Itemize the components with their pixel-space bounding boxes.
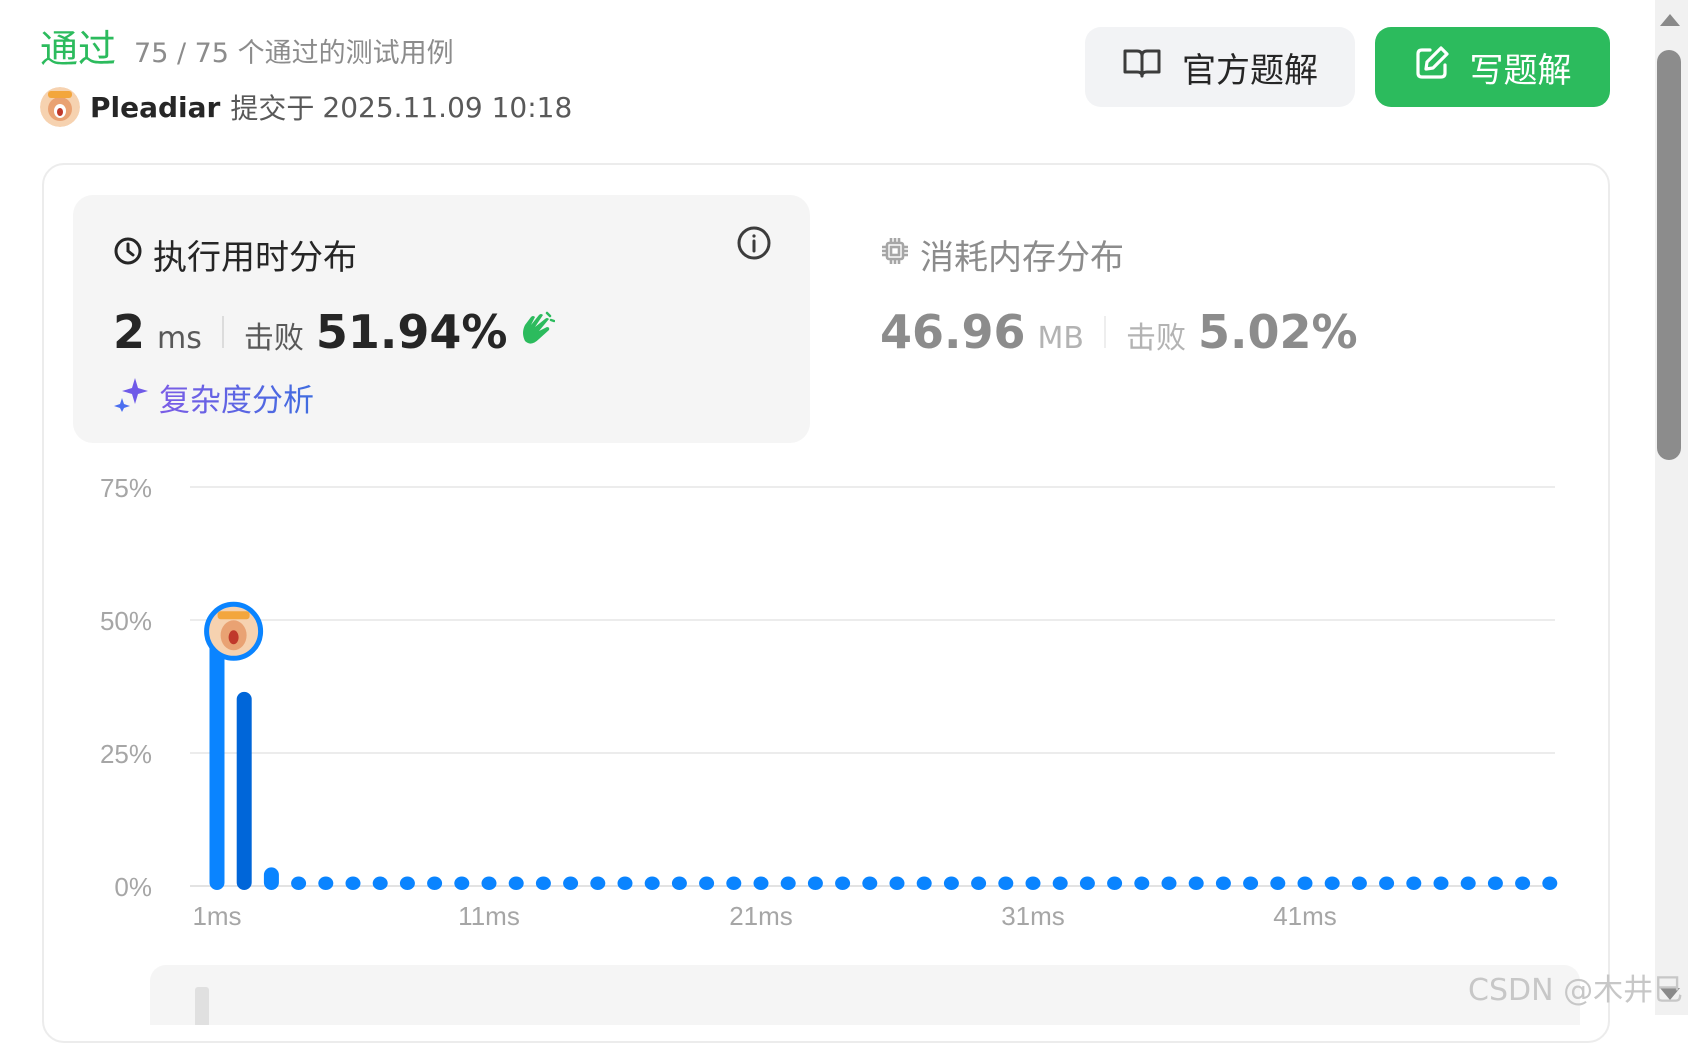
distribution-bar[interactable] <box>1487 876 1503 891</box>
write-solution-label: 写题解 <box>1469 50 1572 91</box>
distribution-bar[interactable] <box>1161 876 1177 891</box>
distribution-bar[interactable] <box>236 691 252 890</box>
sparkle-icon <box>113 376 149 420</box>
chip-icon <box>880 235 910 275</box>
distribution-bar[interactable] <box>345 876 361 891</box>
submission-avatar-marker[interactable] <box>204 601 264 661</box>
runtime-beats-value: 51.94% <box>315 305 508 359</box>
scrollbar-thumb[interactable] <box>1657 50 1681 460</box>
distribution-bar[interactable] <box>563 876 579 891</box>
distribution-bar[interactable] <box>1324 876 1340 891</box>
distribution-bar[interactable] <box>1515 876 1531 891</box>
book-icon <box>1122 47 1162 88</box>
distribution-bar[interactable] <box>1379 876 1395 891</box>
distribution-bar[interactable] <box>291 876 307 891</box>
distribution-bar[interactable] <box>671 876 687 891</box>
distribution-bar[interactable] <box>943 876 959 891</box>
distribution-bar[interactable] <box>372 876 388 891</box>
distribution-bar[interactable] <box>699 876 715 891</box>
metric-divider <box>221 316 224 348</box>
distribution-bar[interactable] <box>1297 876 1313 891</box>
distribution-bar[interactable] <box>1460 876 1476 891</box>
scroll-up-arrow-icon[interactable] <box>1660 14 1680 26</box>
memory-title: 消耗内存分布 <box>920 238 1124 278</box>
distribution-bar[interactable] <box>862 876 878 891</box>
memory-metric-row: 46.96 MB 击败 5.02% <box>880 305 1358 359</box>
distribution-bar[interactable] <box>1433 876 1449 891</box>
official-solution-button[interactable]: 官方题解 <box>1085 27 1355 107</box>
memory-beats-label: 击败 <box>1125 321 1186 356</box>
distribution-bar[interactable] <box>263 867 279 890</box>
submitted-time: 2025.11.09 10:18 <box>322 90 573 124</box>
distribution-bar[interactable] <box>1134 876 1150 891</box>
memory-unit: MB <box>1037 321 1084 356</box>
distribution-bar[interactable] <box>971 876 987 891</box>
runtime-beats-label: 击败 <box>243 321 304 356</box>
metric-divider <box>1103 316 1106 348</box>
distribution-bar[interactable] <box>1351 876 1367 891</box>
distribution-bar[interactable] <box>209 633 225 890</box>
runtime-panel[interactable]: 执行用时分布 2 ms 击败 51.94% 复杂度分析 <box>73 195 810 443</box>
distribution-bar[interactable] <box>481 876 497 891</box>
distribution-bar[interactable] <box>1215 876 1231 891</box>
distribution-bar[interactable] <box>835 876 851 891</box>
write-solution-button[interactable]: 写题解 <box>1375 27 1610 107</box>
status-row: 通过 75 / 75 个通过的测试用例 <box>40 18 572 73</box>
edit-icon <box>1414 45 1450 90</box>
runtime-title-row: 执行用时分布 <box>113 230 357 279</box>
distribution-bar[interactable] <box>1107 876 1123 891</box>
secondary-chart-strip <box>150 965 1580 1027</box>
complexity-analysis-label: 复杂度分析 <box>159 375 314 420</box>
bar-chart-icon <box>195 987 234 1027</box>
distribution-bar[interactable] <box>998 876 1014 891</box>
distribution-bar[interactable] <box>753 876 769 891</box>
avatar[interactable] <box>40 87 80 127</box>
memory-title-row: 消耗内存分布 <box>880 230 1124 279</box>
watermark: CSDN @木井巳 <box>1468 973 1684 1008</box>
distribution-bar[interactable] <box>1025 876 1041 891</box>
distribution-bar[interactable] <box>1243 876 1259 891</box>
runtime-unit: ms <box>157 321 202 356</box>
distribution-bar[interactable] <box>1052 876 1068 891</box>
distribution-bar[interactable] <box>1079 876 1095 891</box>
distribution-bar[interactable] <box>399 876 415 891</box>
distribution-bar[interactable] <box>916 876 932 891</box>
official-solution-label: 官方题解 <box>1182 50 1318 91</box>
distribution-bar[interactable] <box>780 876 796 891</box>
runtime-value: 2 <box>113 305 146 359</box>
runtime-metric-row: 2 ms 击败 51.94% <box>113 305 556 359</box>
clock-icon <box>113 235 143 275</box>
distribution-bar[interactable] <box>427 876 443 891</box>
runtime-title: 执行用时分布 <box>153 238 357 278</box>
distribution-bar[interactable] <box>508 876 524 891</box>
current-submission-marker <box>204 601 264 661</box>
submitter-row: Pleadiar 提交于 2025.11.09 10:18 <box>40 87 572 127</box>
distribution-bar[interactable] <box>889 876 905 891</box>
submitted-label: 提交于 <box>230 92 315 125</box>
distribution-bar[interactable] <box>1406 876 1422 891</box>
distribution-bar[interactable] <box>726 876 742 891</box>
memory-beats-value: 5.02% <box>1197 305 1358 359</box>
passed-test-count: 75 / 75 个通过的测试用例 <box>134 38 454 69</box>
distribution-bar[interactable] <box>617 876 633 891</box>
distribution-bar[interactable] <box>1188 876 1204 891</box>
distribution-bar[interactable] <box>535 876 551 891</box>
distribution-bar[interactable] <box>644 876 660 891</box>
distribution-bar[interactable] <box>318 876 334 891</box>
distribution-bar[interactable] <box>590 876 606 891</box>
complexity-analysis-link[interactable]: 复杂度分析 <box>113 375 314 420</box>
distribution-bar[interactable] <box>807 876 823 891</box>
username-link[interactable]: Pleadiar <box>90 91 220 124</box>
info-icon[interactable] <box>736 225 772 265</box>
status-title: 通过 <box>40 27 117 71</box>
submission-header: 通过 75 / 75 个通过的测试用例 Pleadiar 提交于 2025.11… <box>40 18 572 127</box>
distribution-bar[interactable] <box>1542 876 1558 891</box>
memory-value: 46.96 <box>880 305 1026 359</box>
clapping-hands-icon <box>517 311 556 353</box>
distribution-bar[interactable] <box>1270 876 1286 891</box>
distribution-bar[interactable] <box>454 876 470 891</box>
memory-panel[interactable]: 消耗内存分布 46.96 MB 击败 5.02% <box>880 195 1480 443</box>
